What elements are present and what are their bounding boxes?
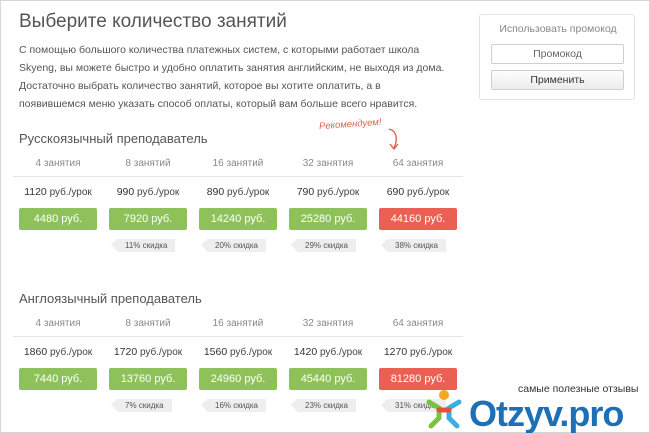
plan-headers: 4 занятия 8 занятий 16 занятий 32 заняти… <box>13 315 463 337</box>
watermark: самые полезные отзывы Otzyv.pro <box>419 373 649 433</box>
plan-header: 8 занятий <box>125 318 171 329</box>
watermark-brand: Otzyv.pro <box>469 393 624 433</box>
plan-card: 1720 руб./урок 13760 руб. 7% скидка <box>103 337 193 412</box>
buy-button-16[interactable]: 14240 руб. <box>199 208 277 230</box>
section-title-russian-teacher: Русскоязычный преподаватель <box>19 131 208 146</box>
plan-header: 64 занятия <box>392 158 444 169</box>
price-unit: руб./урок <box>229 347 273 358</box>
price-per-lesson: 1120 руб./урок <box>19 186 97 198</box>
section-title-english-teacher: Англоязычный преподаватель <box>19 291 202 306</box>
discount-badge: 23% скидка <box>291 399 356 412</box>
plans-english-teacher: 4 занятия 8 занятий 16 занятий 32 заняти… <box>13 315 463 412</box>
price-value: 990 <box>116 186 135 198</box>
page-frame: Выберите количество занятий С помощью бо… <box>0 0 650 433</box>
page-title: Выберите количество занятий <box>19 11 287 32</box>
buy-button-8[interactable]: 13760 руб. <box>109 368 187 390</box>
discount-badge: 20% скидка <box>201 239 266 252</box>
plan-header: 32 занятия <box>302 318 354 329</box>
price-value: 1560 <box>203 346 228 358</box>
plan-header: 64 занятия <box>392 318 444 329</box>
plan-row: 1860 руб./урок 7440 руб. 1720 руб./урок … <box>13 337 463 412</box>
plans-russian-teacher: 4 занятия 8 занятий 16 занятий 32 заняти… <box>13 155 463 252</box>
buy-button-32[interactable]: 25280 руб. <box>289 208 367 230</box>
price-per-lesson: 990 руб./урок <box>109 186 187 198</box>
price-value: 1120 <box>24 186 47 198</box>
price-unit: руб./урок <box>139 347 183 358</box>
price-value: 890 <box>206 186 225 198</box>
person-logo-icon <box>426 390 462 429</box>
plan-header: 16 занятий <box>212 158 264 169</box>
price-per-lesson: 1420 руб./урок <box>289 346 367 358</box>
plan-row: 1120 руб./урок 4480 руб. 990 руб./урок 7… <box>13 177 463 252</box>
price-unit: руб./урок <box>317 187 360 198</box>
price-unit: руб./урок <box>409 347 453 358</box>
price-per-lesson: 890 руб./урок <box>199 186 277 198</box>
discount-badge: 16% скидка <box>201 399 266 412</box>
plan-card: 1860 руб./урок 7440 руб. <box>13 337 103 407</box>
plan-header: 8 занятий <box>125 158 171 169</box>
apply-promo-button[interactable]: Применить <box>491 70 624 90</box>
discount-badge: 7% скидка <box>111 399 172 412</box>
plan-card: 1120 руб./урок 4480 руб. <box>13 177 103 247</box>
price-value: 1270 <box>383 346 408 358</box>
plan-card: 690 руб./урок 44160 руб. 38% скидка <box>373 177 463 252</box>
plan-card: 790 руб./урок 25280 руб. 29% скидка <box>283 177 373 252</box>
price-value: 790 <box>296 186 315 198</box>
plan-header: 32 занятия <box>302 158 354 169</box>
promo-code-input[interactable] <box>491 44 624 64</box>
price-unit: руб./урок <box>227 187 270 198</box>
buy-button-4[interactable]: 4480 руб. <box>19 208 97 230</box>
price-value: 1420 <box>293 346 318 358</box>
promo-code-title: Использовать промокод <box>499 23 617 35</box>
recommended-label: Рекомендуем! <box>318 116 382 133</box>
curved-arrow-icon <box>388 128 399 151</box>
buy-button-8[interactable]: 7920 руб. <box>109 208 187 230</box>
plan-header: 4 занятия <box>35 158 81 169</box>
plan-header: 16 занятий <box>212 318 264 329</box>
plan-card: 1420 руб./урок 45440 руб. 23% скидка <box>283 337 373 412</box>
promo-code-panel: Использовать промокод Применить <box>479 14 635 100</box>
buy-button-64[interactable]: 44160 руб. <box>379 208 457 230</box>
price-per-lesson: 790 руб./урок <box>289 186 367 198</box>
discount-badge: 38% скидка <box>381 239 446 252</box>
plan-card: 1560 руб./урок 24960 руб. 16% скидка <box>193 337 283 412</box>
price-per-lesson: 1270 руб./урок <box>379 346 457 358</box>
price-value: 690 <box>386 186 405 198</box>
price-unit: руб./урок <box>49 347 93 358</box>
buy-button-4[interactable]: 7440 руб. <box>19 368 97 390</box>
buy-button-32[interactable]: 45440 руб. <box>289 368 367 390</box>
discount-badge: 11% скидка <box>110 239 176 252</box>
plan-card: 890 руб./урок 14240 руб. 20% скидка <box>193 177 283 252</box>
price-unit: руб./урок <box>319 347 363 358</box>
price-unit: руб./урок <box>49 187 92 198</box>
plan-headers: 4 занятия 8 занятий 16 занятий 32 заняти… <box>13 155 463 177</box>
price-per-lesson: 690 руб./урок <box>379 186 457 198</box>
discount-badge: 29% скидка <box>291 239 356 252</box>
price-unit: руб./урок <box>407 187 450 198</box>
intro-text: С помощью большого количества платежных … <box>19 44 445 110</box>
price-per-lesson: 1560 руб./урок <box>199 346 277 358</box>
price-per-lesson: 1860 руб./урок <box>19 346 97 358</box>
price-unit: руб./урок <box>137 187 180 198</box>
price-value: 1860 <box>23 346 48 358</box>
plan-header: 4 занятия <box>35 318 81 329</box>
price-per-lesson: 1720 руб./урок <box>109 346 187 358</box>
price-value: 1720 <box>113 346 138 358</box>
plan-card: 990 руб./урок 7920 руб. 11% скидка <box>103 177 193 252</box>
buy-button-16[interactable]: 24960 руб. <box>199 368 277 390</box>
